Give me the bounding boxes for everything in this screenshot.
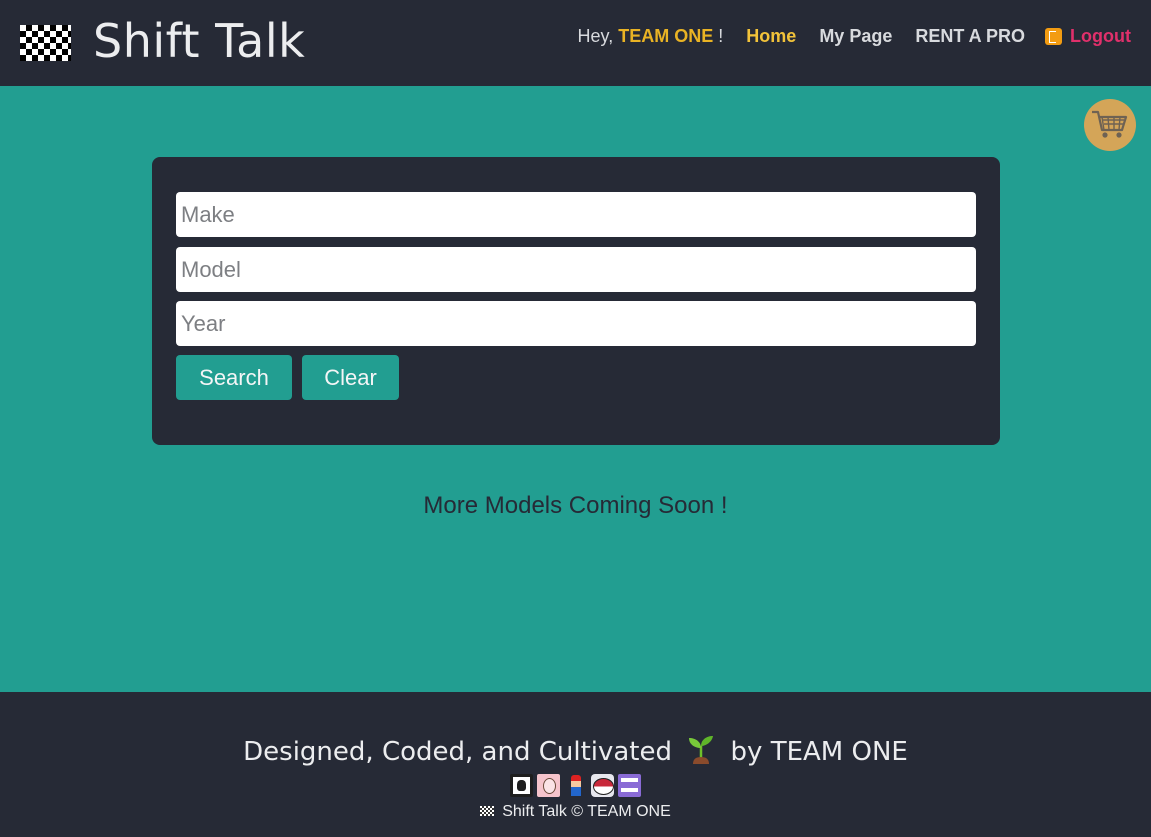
greeting-suffix: ! bbox=[718, 25, 724, 46]
shopping-cart-button[interactable] bbox=[1084, 99, 1136, 151]
nav-home-link[interactable]: Home bbox=[746, 26, 796, 47]
footer: Designed, Coded, and Cultivated by TEAM … bbox=[0, 692, 1151, 837]
greeting-prefix: Hey, bbox=[577, 25, 614, 46]
checkered-flag-small-icon bbox=[480, 806, 495, 816]
make-input[interactable] bbox=[176, 192, 976, 237]
github-avatar-icon[interactable] bbox=[510, 774, 533, 797]
coming-soon-message: More Models Coming Soon ! bbox=[423, 492, 728, 519]
checkered-flag-icon[interactable] bbox=[20, 25, 71, 61]
footer-credit: Designed, Coded, and Cultivated by TEAM … bbox=[0, 732, 1151, 767]
nav-my-page-link[interactable]: My Page bbox=[819, 26, 892, 47]
year-input[interactable] bbox=[176, 301, 976, 346]
nav-menu: Hey, TEAM ONE ! Home My Page RENT A PRO … bbox=[578, 24, 1131, 48]
search-panel: Search Clear bbox=[152, 157, 1000, 445]
shopping-cart-icon bbox=[1092, 110, 1128, 138]
seedling-icon bbox=[689, 736, 714, 764]
pokeball-avatar-icon[interactable] bbox=[591, 774, 614, 797]
credit-suffix: by TEAM ONE bbox=[730, 737, 908, 767]
credit-prefix: Designed, Coded, and Cultivated bbox=[243, 737, 673, 767]
top-navbar: Shift Talk Hey, TEAM ONE ! Home My Page … bbox=[0, 0, 1151, 86]
logout-icon bbox=[1045, 27, 1063, 45]
face-avatar-icon[interactable] bbox=[537, 774, 560, 797]
greeting: Hey, TEAM ONE ! bbox=[578, 26, 724, 47]
logout-label: Logout bbox=[1070, 25, 1131, 46]
search-button[interactable]: Search bbox=[176, 355, 292, 400]
team-avatars bbox=[510, 774, 641, 797]
user-name: TEAM ONE bbox=[618, 25, 714, 46]
clear-button[interactable]: Clear bbox=[302, 355, 399, 400]
copyright-text: Shift Talk © TEAM ONE bbox=[502, 803, 671, 820]
model-input[interactable] bbox=[176, 247, 976, 292]
nav-rent-a-pro-link[interactable]: RENT A PRO bbox=[915, 26, 1025, 47]
pixel-avatar-icon[interactable] bbox=[618, 774, 641, 797]
logout-button[interactable]: Logout bbox=[1045, 26, 1131, 47]
mario-avatar-icon[interactable] bbox=[564, 774, 587, 797]
brand-title[interactable]: Shift Talk bbox=[93, 14, 305, 68]
copyright: Shift Talk © TEAM ONE bbox=[0, 803, 1151, 821]
